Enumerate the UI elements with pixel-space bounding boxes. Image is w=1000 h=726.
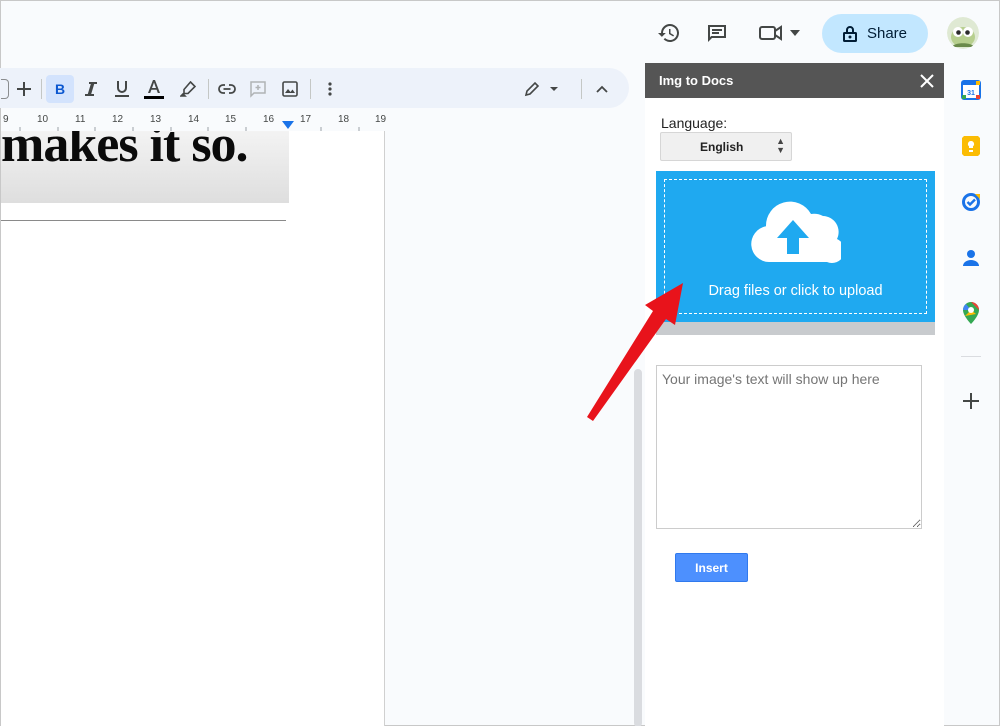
- text-color-icon[interactable]: [140, 75, 168, 103]
- calendar-icon[interactable]: 31: [959, 78, 983, 102]
- editing-mode-icon[interactable]: [520, 75, 562, 103]
- insert-button[interactable]: Insert: [675, 553, 748, 582]
- tasks-icon[interactable]: [959, 190, 983, 214]
- more-icon[interactable]: [316, 75, 344, 103]
- annotation-arrow-icon: [581, 271, 691, 421]
- share-label: Share: [866, 25, 908, 42]
- font-size-field[interactable]: [1, 79, 9, 99]
- share-button[interactable]: Share: [822, 14, 928, 53]
- language-select[interactable]: English ▲ ▼: [660, 132, 792, 161]
- maps-icon[interactable]: [959, 301, 983, 325]
- document-image-text: makes it so.: [1, 131, 249, 173]
- keep-icon[interactable]: [959, 134, 983, 158]
- insert-image-icon[interactable]: [276, 75, 304, 103]
- highlight-icon[interactable]: [174, 75, 202, 103]
- document-image-clip: makes it so.: [1, 131, 289, 203]
- contacts-icon[interactable]: [959, 246, 983, 270]
- result-textarea[interactable]: [656, 365, 922, 529]
- underline-icon[interactable]: [108, 75, 136, 103]
- ruler-ticks-icon: [19, 127, 360, 131]
- add-addon-icon[interactable]: [959, 389, 983, 413]
- panel-title: Img to Docs: [659, 73, 734, 88]
- lock-icon: [842, 26, 857, 42]
- chevron-down-icon[interactable]: [785, 19, 805, 47]
- cloud-upload-icon: [749, 198, 845, 264]
- upload-text: Drag files or click to upload: [708, 283, 883, 299]
- document-divider: [1, 220, 286, 221]
- add-comment-icon[interactable]: [244, 75, 272, 103]
- bold-icon[interactable]: B: [46, 75, 74, 103]
- language-label: Language:: [661, 115, 728, 131]
- ruler[interactable]: 9 10 11 12 13 14 15 16 17 18 19: [1, 113, 386, 131]
- add-icon[interactable]: [10, 75, 38, 103]
- rail-divider: [961, 356, 981, 357]
- comment-icon[interactable]: [703, 19, 731, 47]
- calendar-day: 31: [967, 90, 975, 97]
- link-icon[interactable]: [213, 75, 241, 103]
- avatar[interactable]: [947, 17, 979, 49]
- history-icon[interactable]: [655, 19, 683, 47]
- video-call-icon[interactable]: [757, 19, 785, 47]
- insert-label: Insert: [695, 560, 728, 575]
- select-arrows-icon: ▲ ▼: [776, 136, 785, 155]
- italic-icon[interactable]: [77, 75, 105, 103]
- collapse-icon[interactable]: [588, 75, 616, 103]
- language-value: English: [700, 139, 744, 154]
- close-icon[interactable]: [917, 71, 937, 91]
- scrollbar-thumb[interactable]: [634, 369, 642, 726]
